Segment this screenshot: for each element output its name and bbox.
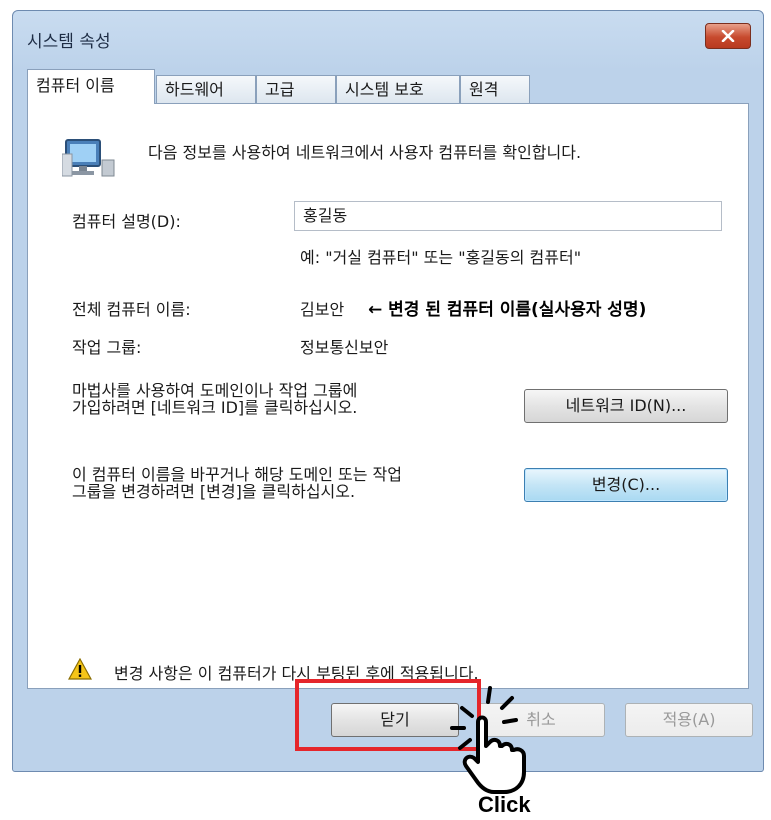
change-button[interactable]: 변경(C)... bbox=[524, 468, 728, 502]
system-properties-dialog: 시스템 속성 컴퓨터 이름 하드웨어 고급 시스템 보호 원격 다음 정보를 사… bbox=[12, 10, 764, 772]
tab-system-protection[interactable]: 시스템 보호 bbox=[336, 75, 460, 103]
apply-button[interactable]: 적용(A) bbox=[625, 703, 753, 737]
description-hint: 예: "거실 컴퓨터" 또는 "홍길동의 컴퓨터" bbox=[300, 248, 582, 267]
window-title: 시스템 속성 bbox=[27, 32, 111, 52]
change-description: 이 컴퓨터 이름을 바꾸거나 해당 도메인 또는 작업 그룹을 변경하려면 [변… bbox=[72, 466, 402, 500]
network-id-description-line1: 마법사를 사용하여 도메인이나 작업 그룹에 bbox=[72, 381, 358, 400]
full-name-label: 전체 컴퓨터 이름: bbox=[72, 300, 191, 319]
computer-network-icon bbox=[62, 139, 115, 177]
tab-advanced[interactable]: 고급 bbox=[256, 75, 336, 103]
full-name-value: 김보안 bbox=[300, 300, 345, 319]
tab-hardware[interactable]: 하드웨어 bbox=[156, 75, 256, 103]
network-id-button[interactable]: 네트워크 ID(N)... bbox=[524, 389, 728, 423]
warning-icon bbox=[68, 658, 92, 680]
tab-remote[interactable]: 원격 bbox=[460, 75, 530, 103]
tab-computer-name[interactable]: 컴퓨터 이름 bbox=[27, 69, 155, 104]
tab-strip: 컴퓨터 이름 하드웨어 고급 시스템 보호 원격 bbox=[27, 69, 749, 104]
network-id-description-line2: 가입하려면 [네트워크 ID]를 클릭하십시오. bbox=[72, 398, 358, 417]
computer-name-panel: 다음 정보를 사용하여 네트워크에서 사용자 컴퓨터를 확인합니다. 컴퓨터 설… bbox=[27, 103, 749, 689]
close-window-button[interactable] bbox=[705, 23, 751, 49]
network-id-description: 마법사를 사용하여 도메인이나 작업 그룹에 가입하려면 [네트워크 ID]를 … bbox=[72, 382, 357, 416]
computer-description-input[interactable]: 홍길동 bbox=[294, 201, 722, 231]
change-description-line1: 이 컴퓨터 이름을 바꾸거나 해당 도메인 또는 작업 bbox=[72, 465, 403, 484]
title-bar[interactable]: 시스템 속성 bbox=[13, 11, 763, 61]
pointing-hand-icon bbox=[450, 686, 526, 794]
close-icon bbox=[721, 30, 735, 42]
change-description-line2: 그룹을 변경하려면 [변경]을 클릭하십시오. bbox=[72, 482, 356, 501]
annotation-text: ← 변경 된 컴퓨터 이름(실사용자 성명) bbox=[368, 300, 647, 320]
description-label: 컴퓨터 설명(D): bbox=[72, 212, 181, 231]
intro-text: 다음 정보를 사용하여 네트워크에서 사용자 컴퓨터를 확인합니다. bbox=[148, 143, 582, 162]
workgroup-label: 작업 그룹: bbox=[72, 338, 142, 357]
workgroup-value: 정보통신보안 bbox=[300, 338, 389, 357]
